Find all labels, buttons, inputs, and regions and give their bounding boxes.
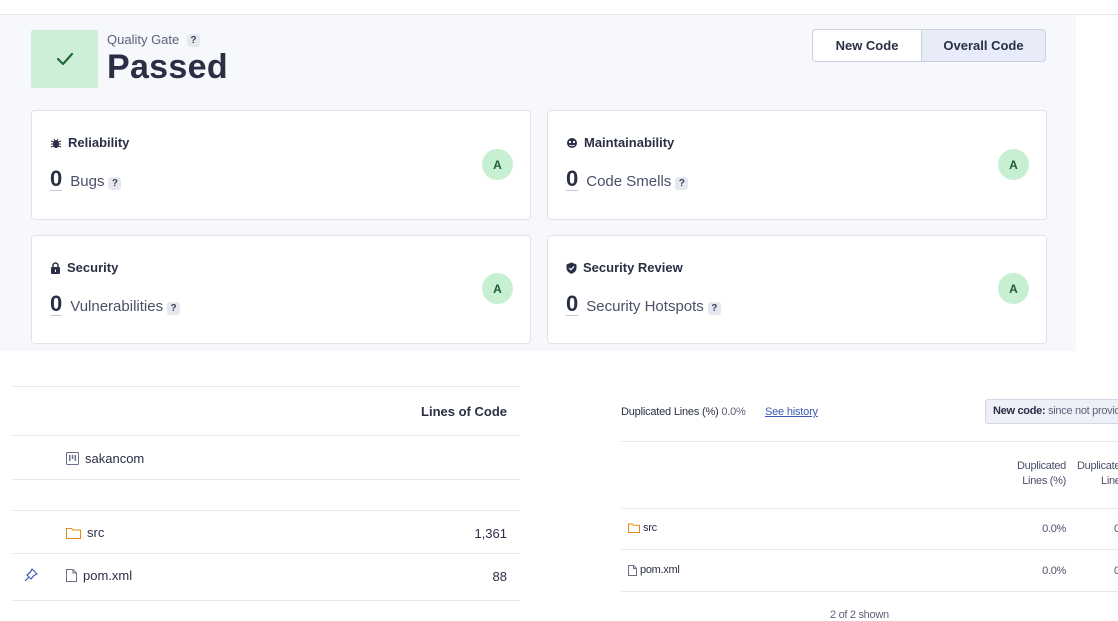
table-divider xyxy=(12,386,520,387)
security-review-title: Security Review xyxy=(566,260,683,275)
duplicated-lines-percent-header: Duplicated Lines (%) xyxy=(1017,460,1066,487)
new-code-tab[interactable]: New Code xyxy=(813,30,922,61)
duplicated-lines-value: 0 xyxy=(1114,565,1118,577)
maintainability-rating[interactable]: A xyxy=(998,149,1029,180)
table-divider xyxy=(12,479,520,480)
vulnerabilities-count[interactable]: 0 xyxy=(50,293,63,316)
help-icon[interactable]: ? xyxy=(108,177,122,190)
quality-gate-label: Quality Gate ? xyxy=(107,32,200,48)
overall-code-tab[interactable]: Overall Code xyxy=(922,30,1045,61)
check-icon xyxy=(56,52,73,66)
duplicated-lines-header: Duplicated Lines xyxy=(1077,460,1118,487)
pin-icon[interactable] xyxy=(24,568,38,582)
help-icon[interactable]: ? xyxy=(186,34,200,48)
help-icon[interactable]: ? xyxy=(167,302,181,315)
lines-of-code-value: 88 xyxy=(492,569,507,584)
quality-gate-status-badge xyxy=(31,30,98,88)
table-divider xyxy=(12,435,520,436)
duplicated-lines-summary: Duplicated Lines (%) 0.0% xyxy=(621,406,746,418)
security-hotspots-metric: 0 Security Hotspots ? xyxy=(566,293,721,316)
security-review-card: Security Review 0 Security Hotspots ? A xyxy=(547,235,1047,344)
table-divider xyxy=(621,441,1118,442)
new-code-badge: New code: since not provided xyxy=(985,399,1118,424)
maintainability-icon xyxy=(567,137,577,148)
security-rating[interactable]: A xyxy=(482,273,513,304)
table-divider xyxy=(621,508,1118,509)
maintainability-title: Maintainability xyxy=(566,135,674,150)
table-divider xyxy=(12,553,520,554)
reliability-rating[interactable]: A xyxy=(482,149,513,180)
security-card: Security 0 Vulnerabilities ? A xyxy=(31,235,531,344)
folder-icon xyxy=(628,523,640,533)
see-history-link[interactable]: See history xyxy=(765,406,818,418)
shield-icon xyxy=(566,262,577,274)
lock-icon xyxy=(51,261,60,274)
security-hotspots-count[interactable]: 0 xyxy=(566,293,579,316)
table-divider xyxy=(621,549,1118,550)
file-icon xyxy=(628,564,637,576)
maintainability-card: Maintainability 0 Code Smells ? A xyxy=(547,110,1047,220)
help-icon[interactable]: ? xyxy=(675,177,689,190)
bugs-metric: 0 Bugs ? xyxy=(50,168,122,191)
table-divider xyxy=(12,510,520,511)
bugs-count[interactable]: 0 xyxy=(50,168,63,191)
bug-icon xyxy=(50,138,62,148)
security-review-rating[interactable]: A xyxy=(998,273,1029,304)
reliability-card: Reliability 0 Bugs ? A xyxy=(31,110,531,220)
table-divider xyxy=(621,591,1118,592)
file-icon xyxy=(66,569,77,582)
reliability-title: Reliability xyxy=(50,135,129,150)
quality-gate-status: Passed xyxy=(107,48,228,86)
security-title: Security xyxy=(50,260,118,275)
results-count: 2 of 2 shown xyxy=(830,609,889,621)
code-scope-toggle: New Code Overall Code xyxy=(812,29,1046,62)
lines-of-code-header: Lines of Code xyxy=(421,404,507,419)
table-row[interactable]: src xyxy=(628,522,657,534)
project-name: sakancom xyxy=(85,451,145,466)
duplicated-lines-percent-value: 0.0% xyxy=(1042,523,1066,535)
table-row[interactable]: src xyxy=(66,525,104,540)
vulnerabilities-metric: 0 Vulnerabilities ? xyxy=(50,293,181,316)
table-row[interactable]: pom.xml xyxy=(66,568,132,583)
lines-of-code-value: 1,361 xyxy=(474,526,507,541)
table-row[interactable]: pom.xml xyxy=(628,564,680,576)
duplicated-lines-value: 0 xyxy=(1114,523,1118,535)
project-row[interactable]: sakancom xyxy=(66,451,144,466)
project-icon xyxy=(66,452,79,465)
help-icon[interactable]: ? xyxy=(707,302,721,315)
duplicated-lines-percent-value: 0.0% xyxy=(1042,565,1066,577)
table-divider xyxy=(12,600,520,601)
folder-icon xyxy=(66,527,81,539)
code-smells-count[interactable]: 0 xyxy=(566,168,579,191)
code-smells-metric: 0 Code Smells ? xyxy=(566,168,689,191)
